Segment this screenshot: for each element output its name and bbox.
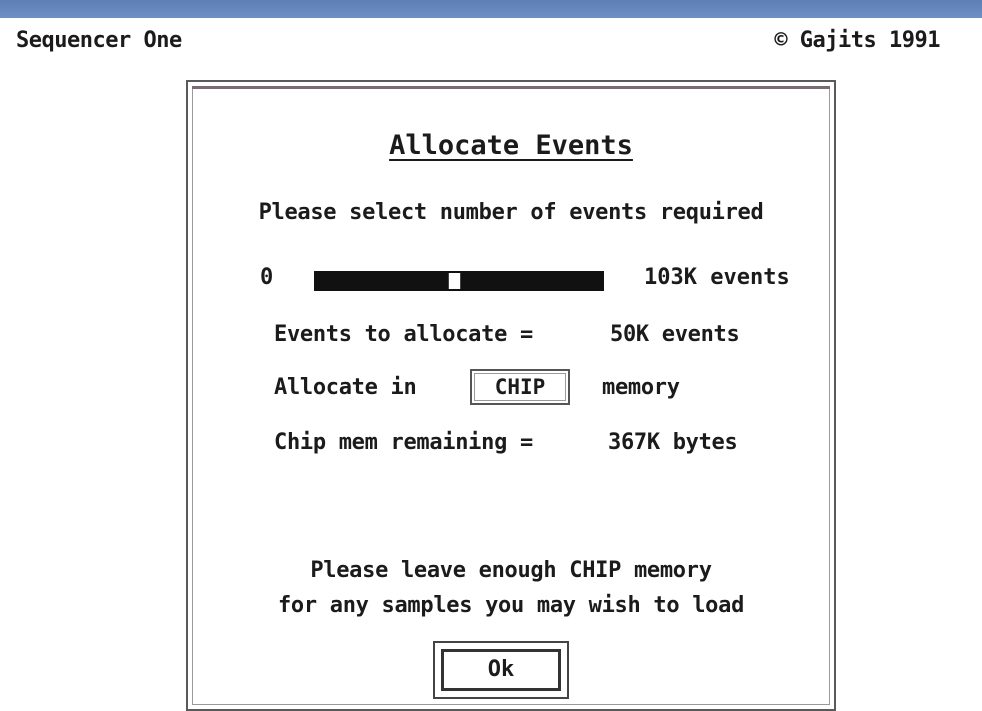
dialog-top-rule	[192, 86, 830, 89]
app-name: Sequencer One	[16, 28, 182, 53]
allocate-in-label: Allocate in	[274, 375, 417, 400]
memory-type-button[interactable]: CHIP	[470, 369, 570, 405]
slider-max-label: 103K events	[644, 265, 790, 290]
copyright-notice: © Gajits 1991	[774, 28, 940, 53]
instruction-text: Please select number of events required	[258, 200, 764, 225]
ok-button[interactable]: Ok	[433, 641, 569, 699]
events-slider-thumb[interactable]	[448, 273, 462, 289]
chip-mem-remaining-value: 367K bytes	[608, 430, 738, 455]
events-slider-row: 0 103K events	[188, 265, 834, 299]
notice-line-2: for any samples you may wish to load	[277, 593, 745, 618]
memory-suffix-label: memory	[602, 375, 680, 400]
allocate-events-dialog: Allocate Events Please select number of …	[186, 80, 836, 711]
events-to-allocate-value: 50K events	[610, 322, 740, 347]
ok-button-label: Ok	[441, 649, 561, 691]
dialog-title: Allocate Events	[389, 130, 633, 161]
events-slider-track[interactable]	[314, 268, 604, 294]
screen-top-bar	[0, 0, 982, 18]
notice-line-1: Please leave enough CHIP memory	[310, 558, 712, 583]
slider-min-label: 0	[260, 265, 274, 290]
events-to-allocate-label: Events to allocate =	[274, 322, 533, 347]
chip-mem-remaining-label: Chip mem remaining =	[274, 430, 533, 455]
